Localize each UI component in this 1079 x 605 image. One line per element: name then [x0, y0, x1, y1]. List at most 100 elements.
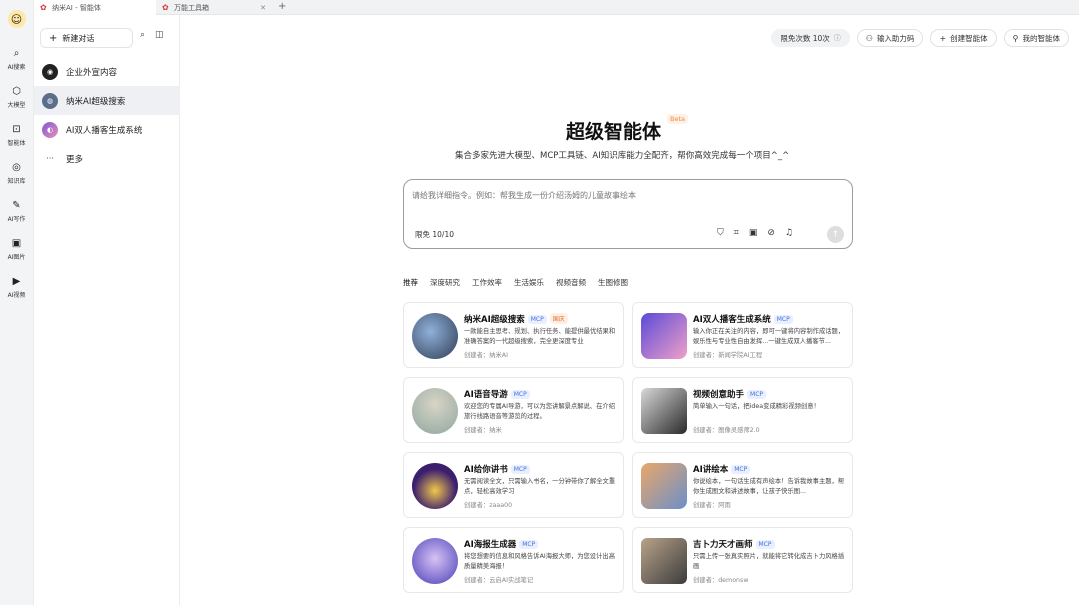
header-actions: 限免次数 10次 ⓘ ⚇ 输入助力码 + 创建智能体 ⚲ 我的智能体: [771, 29, 1069, 47]
crop-icon[interactable]: ⌗: [734, 228, 739, 238]
sidebar-toggle-icon[interactable]: ◫: [155, 30, 164, 40]
create-agent-label: 创建智能体: [950, 33, 988, 43]
mcp-badge: MCP: [755, 540, 775, 549]
agent-card[interactable]: 视频创意助手 MCP 简单输入一句话，把idea变成精彩视频创意！ 创建者：图像灵…: [632, 377, 853, 443]
mcp-badge: MCP: [510, 465, 530, 474]
nav-rail: ☺ ⌕ AI搜索 ⬡ 大模型 ⊡ 智能体 ◎ 知识库 ✎ AI写作 ▣ AI图片…: [0, 0, 34, 605]
page-subtitle: 集合多家先进大模型、MCP工具链、AI知识库能力全配齐，帮你高效完成每一个项目^…: [455, 151, 790, 161]
agent-title: 纳米AI超级搜索: [464, 315, 525, 325]
agent-card[interactable]: AI双人播客生成系统 MCP 输入你正在关注的内容，即可一键将内容制作成话题，娱乐…: [632, 302, 853, 368]
my-agents-label: 我的智能体: [1022, 33, 1061, 43]
agent-description: 欢迎您的专属AI导游，可以为您讲解景点解说、在介绍旅行线路语音等游览的过程。: [464, 403, 615, 420]
agent-author: 创建者：阿雨: [693, 502, 731, 509]
search-icon[interactable]: ⌕: [140, 30, 145, 40]
agent-thumbnail: [412, 388, 458, 434]
agent-title: AI给你讲书: [464, 465, 508, 475]
mcp-badge: MCP: [731, 465, 751, 474]
conversation-sidebar: + 新建对话 ⌕ ◫ ◉ 企业外宣内容 ◍ 纳米AI超级搜索 ◐ AI双人播客生…: [34, 15, 180, 605]
microphone-icon[interactable]: ♫: [785, 228, 793, 238]
agent-thumbnail: [641, 538, 687, 584]
category-tabs: 推荐 深度研究 工作效率 生活娱乐 视频音频 生图修图: [403, 277, 628, 288]
tab-label: 万能工具箱: [174, 3, 209, 12]
video-icon: ▶: [12, 275, 21, 287]
rail-item-knowledge[interactable]: ◎ 知识库: [0, 154, 33, 192]
mcp-badge: MCP: [527, 315, 547, 324]
sidebar-item-enterprise[interactable]: ◉ 企业外宣内容: [34, 57, 180, 86]
rail-item-writing[interactable]: ✎ AI写作: [0, 192, 33, 230]
agent-card[interactable]: AI讲绘本 MCP 你说绘本，一句话生成有声绘本！告诉我故事主题，帮你生成图文和讲…: [632, 452, 853, 518]
tab-recommend[interactable]: 推荐: [403, 277, 418, 288]
attachment-icon[interactable]: ⊘: [767, 228, 775, 238]
sidebar-item-label: 纳米AI超级搜索: [66, 96, 126, 107]
holiday-badge: 国庆: [549, 313, 568, 324]
agent-author: 创建者：zaaa00: [464, 502, 513, 509]
agent-card[interactable]: 吉卜力天才画师 MCP 只需上传一张真实照片，就能将它转化成吉卜力风格插画 创建者…: [632, 527, 853, 593]
sidebar-item-label: AI双人播客生成系统: [66, 125, 143, 136]
rail-item-models[interactable]: ⬡ 大模型: [0, 78, 33, 116]
sidebar-item-label: 企业外宣内容: [66, 67, 118, 78]
agent-card[interactable]: AI海报生成器 MCP 将您想要的信息和风格告诉AI海报大师，为您设计出高质量精美…: [403, 527, 624, 593]
agent-thumbnail: [412, 538, 458, 584]
agent-description: 只需上传一张真实照片，就能将它转化成吉卜力风格插画: [693, 553, 845, 570]
agent-description: 无需阅读全文，只需输入书名，一分钟带你了解全文重点，轻松高效学习: [464, 478, 616, 495]
new-tab-button[interactable]: +: [278, 0, 286, 15]
plus-icon: +: [939, 33, 947, 43]
prompt-input[interactable]: [412, 190, 842, 210]
agent-description: 将您想要的信息和风格告诉AI海报大师，为您设计出高质量精美海报！: [464, 553, 615, 570]
agent-author: 创建者：图像灵感师2.0: [693, 427, 760, 434]
rail-item-search[interactable]: ⌕ AI搜索: [0, 40, 33, 78]
rail-item-images[interactable]: ▣ AI图片: [0, 230, 33, 268]
rail-item-agents[interactable]: ⊡ 智能体: [0, 116, 33, 154]
sidebar-item-super-search[interactable]: ◍ 纳米AI超级搜索: [34, 86, 180, 115]
create-agent-button[interactable]: + 创建智能体: [930, 29, 997, 47]
close-icon[interactable]: ✕: [260, 4, 266, 12]
rail-item-video[interactable]: ▶ AI视频: [0, 268, 33, 306]
rail-label: AI搜索: [7, 63, 26, 71]
agent-title: 视频创意助手: [693, 390, 745, 400]
tab-image[interactable]: 生图修图: [598, 277, 628, 288]
agent-card[interactable]: AI语音导游 MCP 欢迎您的专属AI导游，可以为您讲解景点解说、在介绍旅行线路语…: [403, 377, 624, 443]
agent-author: 创建者：纳米AI: [464, 352, 508, 359]
new-chat-label: 新建对话: [62, 33, 95, 43]
user-icon: ⚇: [865, 33, 873, 43]
mcp-badge: MCP: [510, 390, 530, 399]
tab-agents[interactable]: ✿ 纳米AI - 智能体: [34, 0, 156, 15]
tab-video-audio[interactable]: 视频音频: [556, 277, 586, 288]
agent-card[interactable]: AI给你讲书 MCP 无需阅读全文，只需输入书名，一分钟带你了解全文重点，轻松高效…: [403, 452, 624, 518]
mcp-badge: MCP: [773, 315, 793, 324]
page-title: 超级智能体: [566, 121, 662, 143]
mcp-badge: MCP: [519, 540, 539, 549]
enterprise-icon: ◉: [42, 63, 58, 80]
enter-code-label: 输入助力码: [876, 33, 915, 43]
tab-toolbox[interactable]: ✿ 万能工具箱 ✕: [156, 0, 272, 15]
person-icon: ⚲: [1012, 33, 1019, 43]
shield-icon[interactable]: ⛉: [717, 228, 724, 238]
avatar[interactable]: ☺: [7, 10, 26, 28]
image-upload-icon[interactable]: ▣: [749, 228, 758, 238]
tab-lifestyle[interactable]: 生活娱乐: [514, 277, 544, 288]
sidebar-item-podcast[interactable]: ◐ AI双人播客生成系统: [34, 115, 180, 144]
tab-deep-research[interactable]: 深度研究: [430, 277, 460, 288]
enter-code-button[interactable]: ⚇ 输入助力码: [856, 29, 924, 47]
plus-icon: +: [49, 32, 58, 44]
agent-description: 输入你正在关注的内容，即可一键将内容制作成话题，娱乐性与专业性自由发挥...一键…: [693, 328, 845, 345]
browser-tabbar: ✿ 纳米AI - 智能体 ✿ 万能工具箱 ✕ +: [34, 0, 1079, 15]
new-chat-button[interactable]: + 新建对话: [40, 28, 133, 48]
beta-badge: Beta: [667, 114, 688, 124]
tab-productivity[interactable]: 工作效率: [472, 277, 502, 288]
agent-author: 创建者：纳米: [464, 427, 502, 434]
agent-description: 你说绘本，一句话生成有声绘本！告诉我故事主题，帮你生成图文和讲述故事，让孩子快乐…: [693, 478, 845, 495]
agent-description: 一款能自主思考、规划、执行任务、能提供最优结果和准确答案的一代超级搜索，完全更深…: [464, 328, 616, 345]
agent-card[interactable]: 纳米AI超级搜索 MCP 国庆 一款能自主思考、规划、执行任务、能提供最优结果和准确…: [403, 302, 624, 368]
quota-badge[interactable]: 限免次数 10次 ⓘ: [771, 29, 850, 47]
nano-logo-icon: ✿: [40, 2, 47, 12]
more-icon: ···: [46, 154, 54, 163]
agent-title: 吉卜力天才画师: [693, 540, 753, 550]
sidebar-item-more[interactable]: ··· 更多: [34, 144, 180, 173]
search-icon: ⌕: [13, 47, 20, 59]
send-button[interactable]: ↑: [827, 226, 844, 243]
my-agents-button[interactable]: ⚲ 我的智能体: [1003, 29, 1069, 47]
composer-quota: 限免 10/10: [415, 230, 454, 239]
tab-label: 纳米AI - 智能体: [52, 3, 101, 12]
agent-author: 创建者：demonsw: [693, 577, 749, 584]
